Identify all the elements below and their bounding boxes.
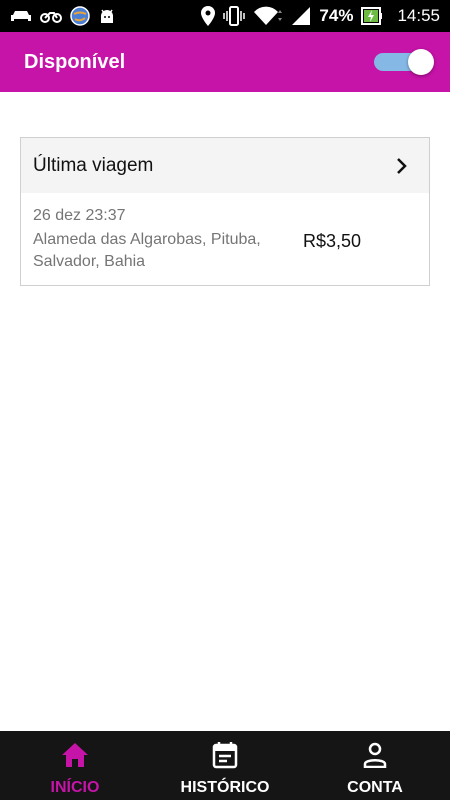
last-trip-title: Última viagem [33,154,154,176]
trip-address: Alameda das Algarobas, Pituba, Salvador,… [33,231,261,270]
app-globe-icon [70,6,90,26]
last-trip-header[interactable]: Última viagem [21,138,429,193]
last-trip-card[interactable]: Última viagem 26 dez 23:37 Alameda das A… [20,137,430,286]
last-trip-body: 26 dez 23:37 Alameda das Algarobas, Pitu… [21,193,429,285]
availability-toggle[interactable] [372,47,434,77]
signal-icon [292,7,311,25]
trip-date: 26 dez 23:37 [33,207,126,224]
status-bar-left [10,6,116,26]
battery-charging-icon [361,7,383,25]
trip-price: R$3,50 [303,231,362,251]
app-bar: Disponível [0,32,450,92]
toggle-thumb[interactable] [408,49,434,75]
car-icon [11,11,31,21]
location-icon [201,6,216,26]
status-bar-right: 74% 14:55 [201,6,440,26]
page-title: Disponível [24,50,126,73]
status-bar: 74% 14:55 [0,0,450,32]
nav-item-inicio[interactable]: INÍCIO [0,731,150,800]
home-icon [61,741,89,769]
wifi-icon [254,6,283,26]
clock: 14:55 [397,6,440,25]
calendar-icon [212,741,238,769]
nav-label-historico: HISTÓRICO [180,779,270,796]
motorcycle-icon [40,12,62,23]
bottom-nav: INÍCIO HISTÓRICO CONTA [0,731,450,800]
battery-percent: 74% [319,6,354,25]
person-icon [363,741,387,769]
nav-item-historico[interactable]: HISTÓRICO [150,731,300,800]
android-icon [101,9,113,23]
vibrate-icon [223,6,246,26]
nav-label-inicio: INÍCIO [50,779,100,796]
nav-label-conta: CONTA [347,779,403,796]
nav-item-conta[interactable]: CONTA [300,731,450,800]
chevron-right-icon[interactable] [395,157,409,175]
